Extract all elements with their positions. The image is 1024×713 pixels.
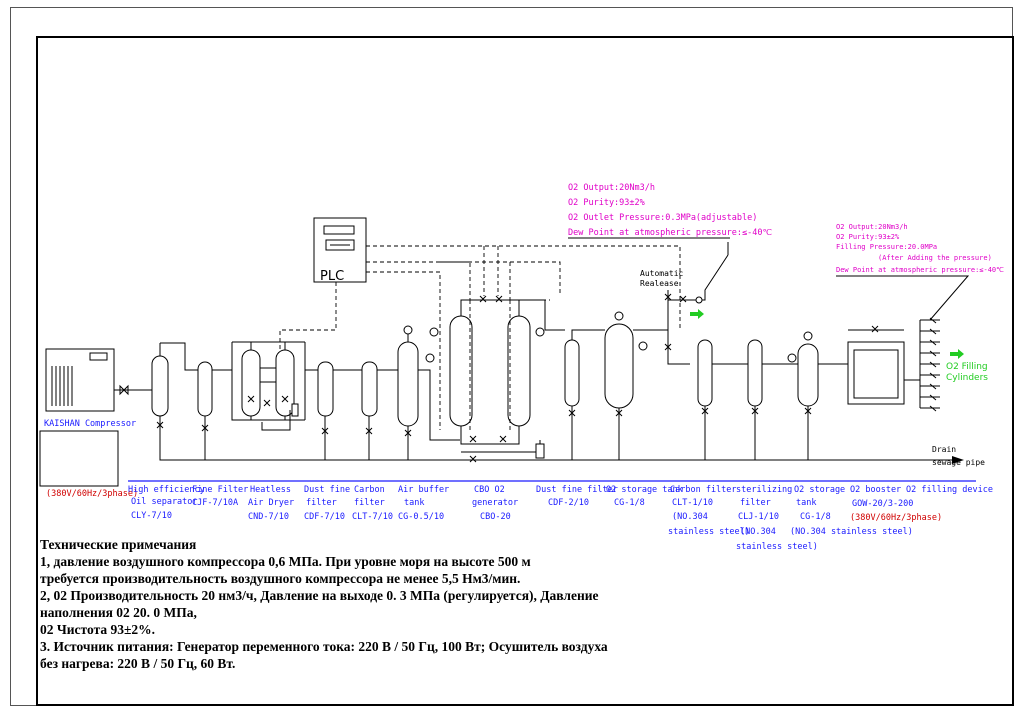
notes-line: требуется производительность воздушного … xyxy=(40,571,521,586)
output-spec-3: O2 Outlet Pressure:0.3MPa(adjustable) xyxy=(568,213,757,223)
o2-tank-label-2: CG-1/8 xyxy=(614,498,645,508)
notes-line: 1, давление воздушного компрессора 0,6 М… xyxy=(40,554,531,569)
output-spec-1: O2 Output:20Nm3/h xyxy=(568,183,655,193)
compressor-name: KAISHAN Compressor xyxy=(44,419,136,429)
fine-filter xyxy=(197,361,213,435)
notes-line: 3. Источник питания: Генератор переменно… xyxy=(40,639,608,654)
sterilizing-filter xyxy=(747,339,763,418)
o2-storage-tank-2 xyxy=(787,331,819,418)
heatless-dryer xyxy=(231,341,306,431)
notes-line: 02 Чистота 93±2%. xyxy=(40,622,156,637)
filling-spec-2: O2 Purity:93±2% xyxy=(836,233,900,241)
sterilizing-label-1: sterilizing xyxy=(736,485,792,495)
sterilizing-label-4: (NO.304 xyxy=(740,527,776,537)
filling-label-2: Cylinders xyxy=(946,373,988,383)
oil-separator xyxy=(151,343,169,430)
o2-tank2-label-4: (NO.304 stainless steel) xyxy=(790,527,913,537)
generator-label-3: CBO-20 xyxy=(480,512,511,522)
air-buffer-label-1: Air buffer xyxy=(398,485,449,495)
carbon-filter xyxy=(361,361,378,438)
carbon-filter2-label-2: CLT-1/10 xyxy=(672,498,713,508)
dust-fine-filter-2 xyxy=(564,339,580,420)
fine-filter-label-1: Fine Filter xyxy=(192,485,248,495)
dust-fine-filter xyxy=(317,361,334,438)
filling-device-label: O2 filling device xyxy=(906,485,993,495)
filling-spec-5: Dew Point at atmospheric pressure:≤-40℃ xyxy=(836,266,1004,274)
release-label-2: Realease xyxy=(640,279,679,288)
filling-spec-4: (After Adding the pressure) xyxy=(878,254,992,262)
notes-line: 2, 02 Производительность 20 нм3/ч, Давле… xyxy=(40,588,599,603)
drain-line xyxy=(159,418,964,464)
fine-filter-label-2: CJF-7/10A xyxy=(192,498,238,508)
compressor xyxy=(39,348,119,487)
output-spec-2: O2 Purity:93±2% xyxy=(568,198,645,208)
drain-label-2: sewage pipe xyxy=(932,458,985,467)
dryer-label-3: CND-7/10 xyxy=(248,512,289,522)
green-arrow-icon xyxy=(690,309,704,319)
technical-notes: Технические примечания 1, давление возду… xyxy=(40,536,720,672)
generator-label-2: generator xyxy=(472,498,518,508)
carbon-filter-label-2: filter xyxy=(354,498,385,508)
drain-label-1: Drain xyxy=(932,445,956,454)
o2-generator xyxy=(429,295,545,463)
dryer-label-1: Heatless xyxy=(250,485,291,495)
carbon-filter-label-1: Carbon xyxy=(354,485,385,495)
sterilizing-label-2: filter xyxy=(740,498,771,508)
filling-spec-1: O2 Output:20Nm3/h xyxy=(836,223,908,231)
air-buffer-tank xyxy=(397,325,435,440)
filling-label-1: O2 Filling xyxy=(946,362,988,372)
oil-sep-label-3: CLY-7/10 xyxy=(131,511,172,521)
compressor-power: (380V/60Hz/3phase) xyxy=(46,489,138,499)
control-box xyxy=(39,430,119,487)
air-buffer-label-2: tank xyxy=(404,498,424,508)
dust-filter-label-3: CDF-7/10 xyxy=(304,512,345,522)
carbon-filter-label-3: CLT-7/10 xyxy=(352,512,393,522)
booster-label-3: (380V/60Hz/3phase) xyxy=(850,513,942,523)
notes-title: Технические примечания xyxy=(40,537,197,552)
dust-filter-label-1: Dust fine xyxy=(304,485,350,495)
output-spec-4: Dew Point at atmospheric pressure:≤-40℃ xyxy=(568,228,772,238)
filling-spec-3: Filling Pressure:20.0MPa xyxy=(836,243,937,251)
green-arrow-icon xyxy=(950,349,964,359)
sterilizing-label-3: CLJ-1/10 xyxy=(738,512,779,522)
oil-sep-label-2: Oil separator xyxy=(131,497,198,507)
notes-line: без нагрева: 220 В / 50 Гц, 60 Вт. xyxy=(40,656,236,671)
release-label-1: Automatic xyxy=(640,269,684,278)
notes-line: наполнения 02 20. 0 МПа, xyxy=(40,605,197,620)
carbon-filter2-label-3: (NO.304 xyxy=(672,512,708,522)
carbon-filter2-label-1: Carbon filter xyxy=(670,485,737,495)
dryer-label-2: Air Dryer xyxy=(248,498,294,508)
diagram-page: KAISHAN Compressor (380V/60Hz/3phase) Au… xyxy=(0,0,1024,713)
o2-storage-tank xyxy=(604,311,648,420)
plc-label: PLC xyxy=(320,269,344,284)
booster-label-1: O2 booster xyxy=(850,485,901,495)
o2-tank2-label-1: O2 storage xyxy=(794,485,845,495)
sterilizing-label-5: stainless steel) xyxy=(736,542,818,552)
carbon-filter-2 xyxy=(697,339,713,418)
dust-filter2-label-2: CDF-2/10 xyxy=(548,498,589,508)
o2-tank2-label-3: CG-1/8 xyxy=(800,512,831,522)
booster-label-2: GOW-20/3-200 xyxy=(852,499,913,509)
o2-tank2-label-2: tank xyxy=(796,498,816,508)
o2-booster xyxy=(847,325,905,405)
generator-label-1: CBO O2 xyxy=(474,485,505,495)
dust-filter-label-2: filter xyxy=(306,498,337,508)
air-buffer-label-3: CG-0.5/10 xyxy=(398,512,444,522)
